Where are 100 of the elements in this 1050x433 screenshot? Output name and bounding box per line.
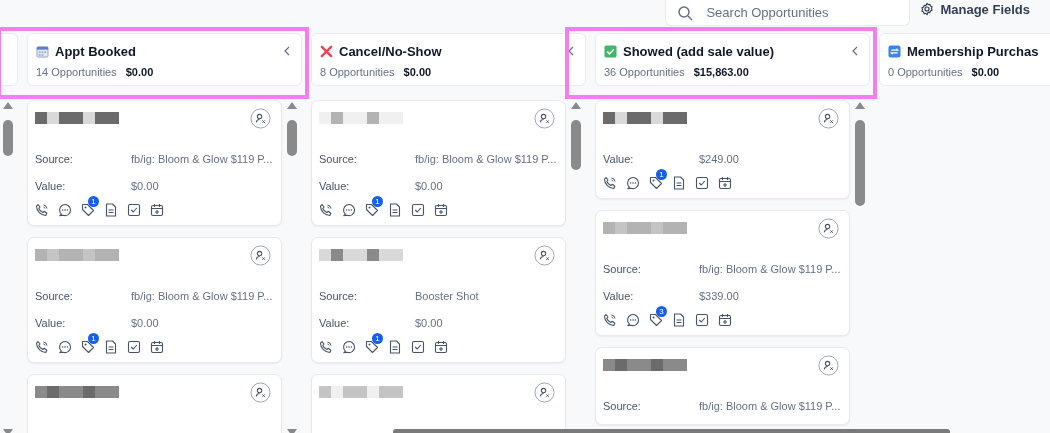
tag-icon[interactable] <box>649 313 663 327</box>
phone-icon[interactable] <box>603 176 617 190</box>
opportunity-card[interactable] <box>311 374 566 433</box>
tag-count-badge: 1 <box>88 196 99 207</box>
note-icon[interactable] <box>672 313 686 327</box>
opportunity-card[interactable]: Value: $249.00 1 <box>595 100 850 199</box>
tag-count-badge: 1 <box>372 333 383 344</box>
field-label: Source: <box>35 289 74 302</box>
column-total: $0.00 <box>403 66 432 78</box>
chat-icon[interactable] <box>626 313 640 327</box>
opportunity-card[interactable]: Source: fb/ig: Bloom & Glow $119 P... Value: $0.00 1 <box>311 100 566 226</box>
field-value: $0.00 <box>131 179 159 192</box>
note-icon[interactable] <box>104 340 118 354</box>
field-value: fb/ig: Bloom & Glow $119 P... <box>699 262 841 275</box>
phone-icon[interactable] <box>319 203 333 217</box>
collapse-icon[interactable] <box>567 46 575 56</box>
task-checkbox-icon[interactable] <box>127 203 141 217</box>
field-label: Source: <box>35 152 74 165</box>
field-value: $0.00 <box>415 316 443 329</box>
field-label: Value: <box>603 289 635 302</box>
column-title: Membership Purchas <box>907 43 1040 59</box>
column-title: Appt Booked <box>55 43 137 59</box>
manage-fields-button[interactable]: Manage Fields <box>920 0 1030 18</box>
calendar-add-icon[interactable] <box>150 203 164 217</box>
tag-count-badge: 1 <box>656 169 667 180</box>
search-field[interactable]: Search Opportunities <box>665 0 911 26</box>
opportunity-count: 0 Opportunities <box>888 66 963 78</box>
note-icon[interactable] <box>388 340 402 354</box>
tag-icon[interactable] <box>81 203 95 217</box>
unassigned-user-icon[interactable] <box>818 354 839 376</box>
task-checkbox-icon[interactable] <box>411 340 425 354</box>
field-label: Source: <box>319 289 358 302</box>
chat-icon[interactable] <box>58 340 72 354</box>
phone-icon[interactable] <box>319 340 333 354</box>
field-label: Value: <box>35 316 67 329</box>
opportunity-card[interactable]: Source: Booster Shot Value: $0.00 1 <box>311 237 566 363</box>
chat-icon[interactable] <box>626 176 640 190</box>
cross-icon <box>320 44 333 58</box>
opportunity-card[interactable]: Source: fb/ig: Bloom & Glow $119 P... <box>595 347 850 425</box>
field-value: $0.00 <box>131 316 159 329</box>
phone-icon[interactable] <box>603 313 617 327</box>
unassigned-user-icon[interactable] <box>534 107 555 129</box>
horizontal-scrollbar[interactable] <box>393 429 950 433</box>
field-value: Booster Shot <box>415 289 479 302</box>
field-value: fb/ig: Bloom & Glow $119 P... <box>131 152 273 165</box>
checkmark-icon <box>604 44 617 58</box>
opportunity-card[interactable]: Source: fb/ig: Bloom & Glow $119 P... Value: $339.00 3 <box>595 210 850 336</box>
unassigned-user-icon[interactable] <box>534 244 555 266</box>
tag-icon[interactable] <box>649 176 663 190</box>
collapse-icon[interactable] <box>283 46 291 56</box>
calendar-add-icon[interactable] <box>434 340 448 354</box>
unassigned-user-icon[interactable] <box>818 217 839 239</box>
opportunity-card[interactable]: Source: fb/ig: Bloom & Glow $119 P... Value: $0.00 1 <box>27 100 282 226</box>
field-label: Source: <box>603 262 642 275</box>
chat-icon[interactable] <box>58 203 72 217</box>
settings-icon <box>920 2 935 16</box>
note-icon[interactable] <box>672 176 686 190</box>
field-value: fb/ig: Bloom & Glow $119 P... <box>699 399 841 412</box>
field-value: $0.00 <box>415 179 443 192</box>
tag-icon[interactable] <box>365 340 379 354</box>
unassigned-user-icon[interactable] <box>250 381 271 403</box>
field-value: fb/ig: Bloom & Glow $119 P... <box>415 152 557 165</box>
tag-icon[interactable] <box>81 340 95 354</box>
field-label: Source: <box>319 152 358 165</box>
task-checkbox-icon[interactable] <box>127 340 141 354</box>
field-label: Value: <box>319 316 351 329</box>
task-checkbox-icon[interactable] <box>695 313 709 327</box>
unassigned-user-icon[interactable] <box>818 107 839 129</box>
chat-icon[interactable] <box>342 340 356 354</box>
note-icon[interactable] <box>104 203 118 217</box>
calendar-add-icon[interactable] <box>434 203 448 217</box>
search-icon <box>677 5 694 21</box>
phone-icon[interactable] <box>35 340 49 354</box>
chat-icon[interactable] <box>342 203 356 217</box>
opportunity-card[interactable] <box>27 374 282 433</box>
field-label: Value: <box>319 179 351 192</box>
column-title: Cancel/No-Show <box>339 43 443 59</box>
phone-icon[interactable] <box>35 203 49 217</box>
tag-count-badge: 1 <box>372 196 383 207</box>
unassigned-user-icon[interactable] <box>534 381 555 403</box>
tag-count-badge: 3 <box>656 306 667 317</box>
unassigned-user-icon[interactable] <box>250 244 271 266</box>
calendar-add-icon[interactable] <box>718 313 732 327</box>
unassigned-user-icon[interactable] <box>250 107 271 129</box>
field-label: Value: <box>603 152 635 165</box>
calendar-add-icon[interactable] <box>150 340 164 354</box>
task-checkbox-icon[interactable] <box>695 176 709 190</box>
opportunity-count: 8 Opportunities <box>320 66 395 78</box>
field-value: fb/ig: Bloom & Glow $119 P... <box>131 289 273 302</box>
collapse-icon[interactable] <box>851 46 859 56</box>
note-icon[interactable] <box>388 203 402 217</box>
tag-icon[interactable] <box>365 203 379 217</box>
field-value: $249.00 <box>699 152 739 165</box>
task-checkbox-icon[interactable] <box>411 203 425 217</box>
opportunity-count: 14 Opportunities <box>36 66 117 78</box>
calendar-add-icon[interactable] <box>718 176 732 190</box>
tag-count-badge: 1 <box>88 333 99 344</box>
opportunity-card[interactable]: Source: fb/ig: Bloom & Glow $119 P... Value: $0.00 1 <box>27 237 282 363</box>
field-label: Source: <box>603 399 642 412</box>
field-label: Value: <box>35 179 67 192</box>
